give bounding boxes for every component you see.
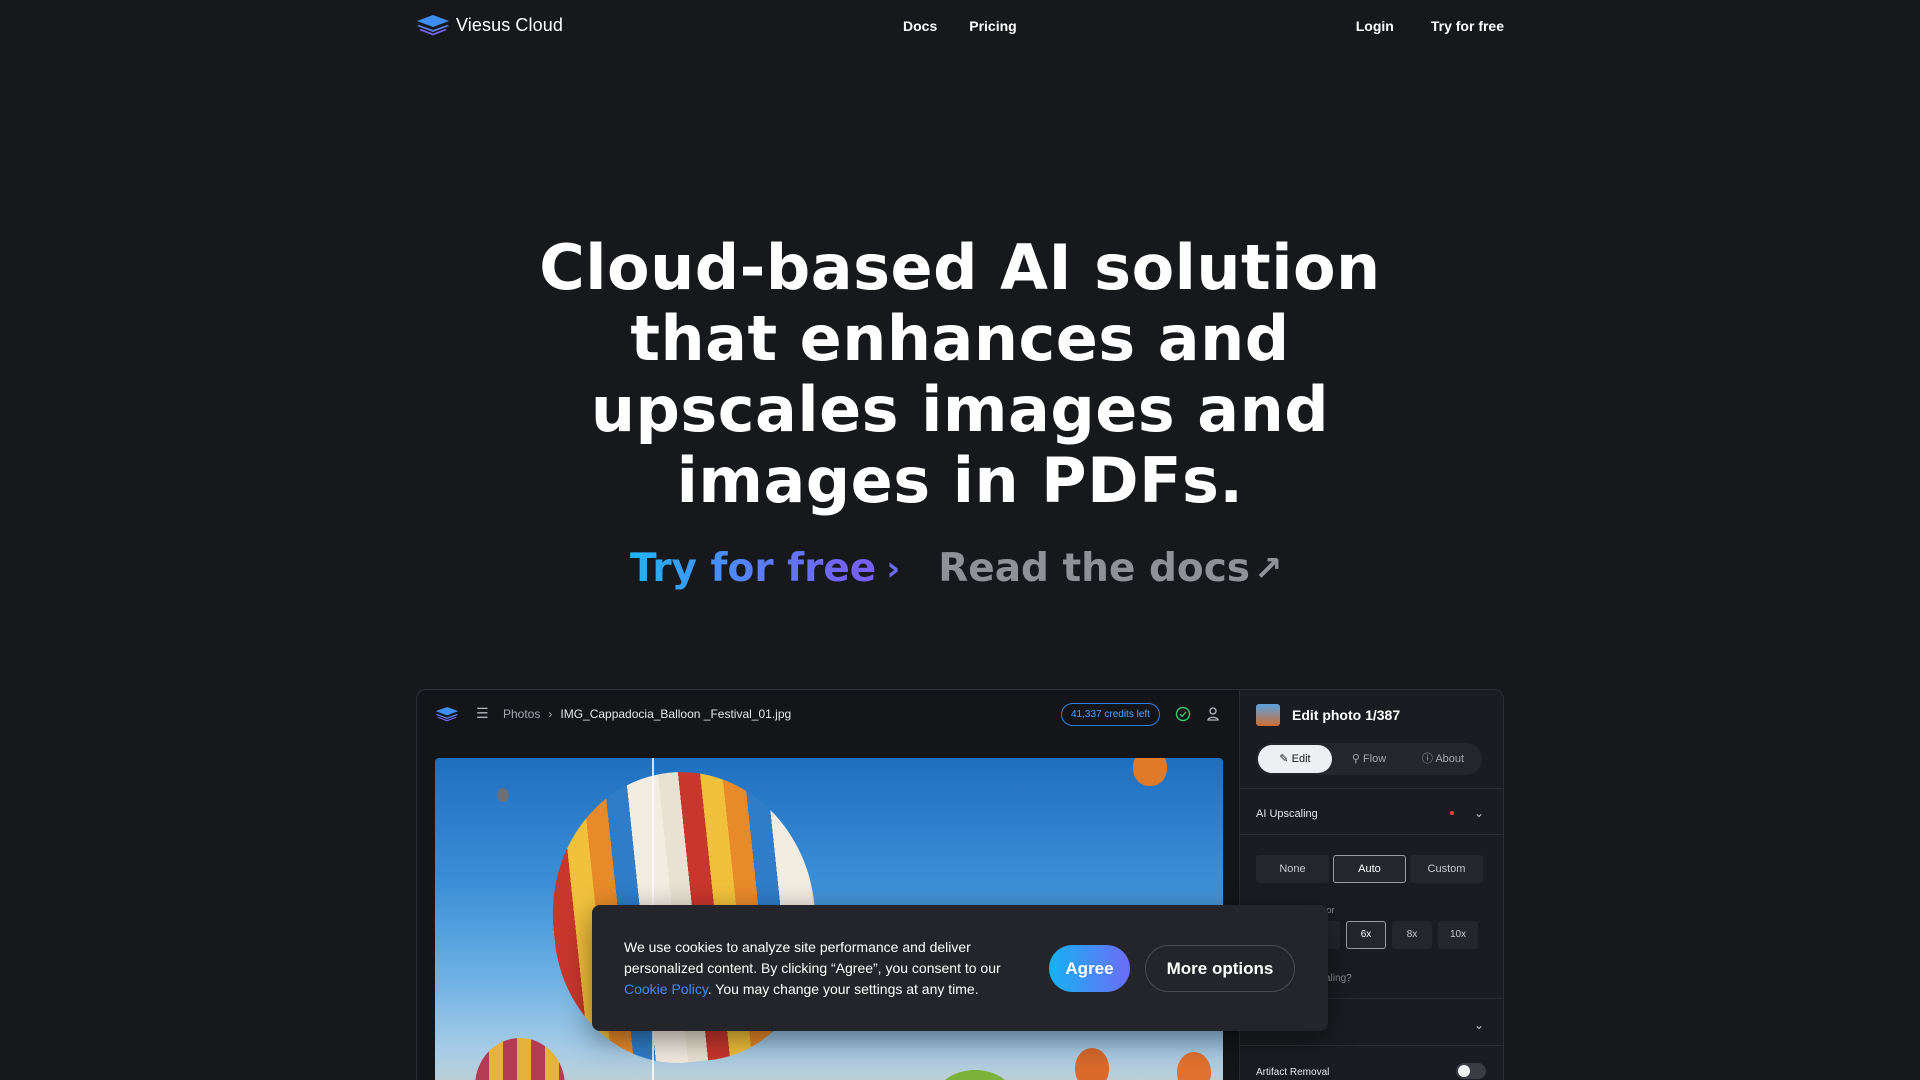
- hero-line: Cloud-based AI solution: [539, 231, 1381, 304]
- artifact-removal-label: Artifact Removal: [1256, 1067, 1330, 1078]
- tab-about[interactable]: ⓘ About: [1406, 745, 1480, 773]
- divider: [1240, 834, 1503, 835]
- tab-edit[interactable]: ✎ Edit: [1258, 745, 1332, 773]
- balloon-small: [1075, 1048, 1109, 1080]
- chevron-down-icon[interactable]: ⌄: [1474, 806, 1484, 820]
- factor-button[interactable]: 8x: [1392, 921, 1432, 949]
- factor-button[interactable]: 6x: [1346, 921, 1386, 949]
- divider: [1240, 1045, 1503, 1046]
- nav-docs-link[interactable]: Docs: [903, 18, 937, 34]
- user-icon[interactable]: [1206, 706, 1220, 722]
- credits-badge: 41,337 credits left: [1061, 703, 1160, 726]
- tab-flow[interactable]: ⚲ Flow: [1332, 745, 1406, 773]
- mode-auto-button[interactable]: Auto: [1333, 855, 1406, 883]
- hero-cta-row: Try for free › Read the docs ↗: [630, 546, 1283, 591]
- upscaling-mode-selector: None Auto Custom: [1256, 855, 1483, 883]
- breadcrumb-file: IMG_Cappadocia_Balloon _Festival_01.jpg: [560, 707, 792, 721]
- panel-tabs: ✎ Edit ⚲ Flow ⓘ About: [1256, 743, 1482, 775]
- agree-button[interactable]: Agree: [1049, 945, 1130, 992]
- modified-indicator: [1450, 811, 1454, 815]
- hero-line: that enhances and: [630, 302, 1290, 375]
- arrow-up-right-icon: ↗: [1254, 548, 1283, 589]
- cookie-text-a: We use cookies to analyze site performan…: [624, 939, 1001, 976]
- tab-label: About: [1435, 753, 1465, 765]
- panel-header: Edit photo 1/387: [1256, 704, 1400, 726]
- account-menu: Login Try for free: [1356, 18, 1504, 34]
- balloon-small: [497, 788, 509, 802]
- cookie-message: We use cookies to analyze site performan…: [624, 937, 1034, 1000]
- mode-custom-button[interactable]: Custom: [1410, 855, 1483, 883]
- balloon-small: [475, 1038, 565, 1080]
- breadcrumb-photos[interactable]: Photos: [503, 707, 540, 721]
- cta-read-the-docs[interactable]: Read the docs: [938, 546, 1250, 591]
- more-options-button[interactable]: More options: [1145, 945, 1295, 992]
- balloon-small: [1177, 1052, 1211, 1080]
- cta-try-for-free[interactable]: Try for free: [630, 546, 876, 591]
- cookie-consent-banner: We use cookies to analyze site performan…: [592, 905, 1328, 1031]
- brand-logo-link[interactable]: Viesus Cloud: [416, 14, 563, 36]
- chevron-down-icon[interactable]: ⌄: [1474, 1018, 1484, 1032]
- factor-button[interactable]: 10x: [1438, 921, 1478, 949]
- balloon-small: [935, 1070, 1015, 1080]
- cookie-text-b: . You may change your settings at any ti…: [707, 981, 979, 997]
- check-circle-icon: [1175, 706, 1191, 722]
- login-link[interactable]: Login: [1356, 18, 1394, 34]
- tab-label: Edit: [1291, 753, 1311, 765]
- top-navbar: Viesus Cloud Docs Pricing Login Try for …: [0, 0, 1920, 54]
- photo-thumbnail: [1256, 704, 1280, 726]
- viesus-logo-icon: [417, 15, 449, 36]
- nav-pricing-link[interactable]: Pricing: [969, 18, 1016, 34]
- ai-upscaling-title[interactable]: AI Upscaling: [1256, 808, 1318, 820]
- try-for-free-link[interactable]: Try for free: [1431, 18, 1504, 34]
- chevron-right-icon: ›: [886, 548, 901, 589]
- tab-label: Flow: [1362, 753, 1387, 765]
- balloon-small: [1133, 758, 1167, 786]
- mode-none-button[interactable]: None: [1256, 855, 1329, 883]
- hero-title: Cloud-based AI solution that enhances an…: [0, 232, 1920, 516]
- artifact-removal-toggle[interactable]: [1456, 1063, 1486, 1079]
- brand-name: Viesus Cloud: [456, 14, 563, 35]
- hero-line: upscales images and: [590, 373, 1330, 446]
- panel-title: Edit photo 1/387: [1292, 707, 1401, 723]
- hamburger-menu-icon[interactable]: ☰: [476, 705, 489, 722]
- hero-line: images in PDFs.: [676, 444, 1244, 517]
- breadcrumb-separator-icon: ›: [548, 707, 553, 721]
- main-menu: Docs Pricing: [903, 18, 1017, 34]
- divider: [1240, 788, 1503, 789]
- cookie-policy-link[interactable]: Cookie Policy: [624, 981, 708, 997]
- app-logo-icon: [435, 706, 459, 722]
- breadcrumb: Photos › IMG_Cappadocia_Balloon _Festiva…: [503, 707, 791, 721]
- app-toolbar: ☰ Photos › IMG_Cappadocia_Balloon _Festi…: [417, 690, 1239, 740]
